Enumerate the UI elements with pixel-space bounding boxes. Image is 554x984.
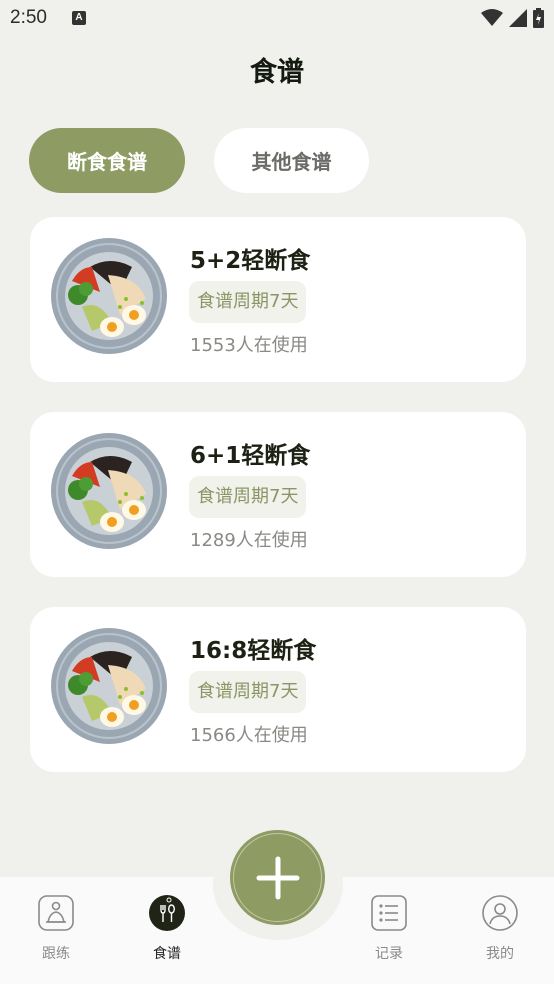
nav-item-recipes[interactable]: 食谱 — [127, 895, 207, 975]
status-bar: 2:50 A — [0, 0, 554, 38]
recipe-cycle-tag: 食谱周期7天 — [189, 671, 307, 713]
recipe-cycle-tag: 食谱周期7天 — [189, 476, 307, 518]
profile-icon — [482, 895, 518, 931]
nav-label-practice: 跟练 — [42, 946, 70, 962]
battery-icon — [533, 8, 544, 28]
salad-bowl-image — [51, 238, 167, 354]
status-icons — [481, 8, 544, 28]
salad-bowl-image — [51, 433, 167, 549]
meditation-icon — [38, 895, 74, 931]
signal-icon — [509, 9, 527, 27]
recipe-card-6-1[interactable]: 6+1轻断食 食谱周期7天 1289人在使用 — [30, 412, 526, 577]
add-button-ring — [233, 833, 322, 922]
recipe-card-16-8[interactable]: 16:8轻断食 食谱周期7天 1566人在使用 — [30, 607, 526, 772]
list-icon — [371, 895, 407, 931]
recipe-name: 16:8轻断食 — [190, 638, 317, 664]
salad-bowl-image — [51, 628, 167, 744]
page-title: 食谱 — [250, 57, 304, 88]
nav-label-mine: 我的 — [486, 946, 514, 962]
recipe-card-5-2[interactable]: 5+2轻断食 食谱周期7天 1553人在使用 — [30, 217, 526, 382]
wifi-icon — [481, 9, 503, 26]
tab-fasting-recipes[interactable]: 断食食谱 — [29, 128, 185, 193]
recipe-user-count: 1553人在使用 — [190, 335, 308, 356]
status-time: 2:50 — [10, 7, 47, 28]
nav-label-recipes: 食谱 — [153, 946, 181, 962]
recipe-user-count: 1566人在使用 — [190, 725, 308, 746]
add-button[interactable] — [230, 830, 325, 925]
recipe-name: 5+2轻断食 — [190, 248, 311, 274]
nav-label-records: 记录 — [375, 946, 403, 962]
recipe-name: 6+1轻断食 — [190, 443, 311, 469]
recipe-user-count: 1289人在使用 — [190, 530, 308, 551]
recipe-cycle-tag: 食谱周期7天 — [189, 281, 307, 323]
nav-item-practice[interactable]: 跟练 — [16, 895, 96, 975]
nav-item-mine[interactable]: 我的 — [460, 895, 540, 975]
tab-other-recipes[interactable]: 其他食谱 — [214, 128, 369, 193]
nav-item-records[interactable]: 记录 — [349, 895, 429, 975]
fork-spoon-icon — [149, 895, 185, 931]
notification-a-icon: A — [72, 11, 86, 25]
